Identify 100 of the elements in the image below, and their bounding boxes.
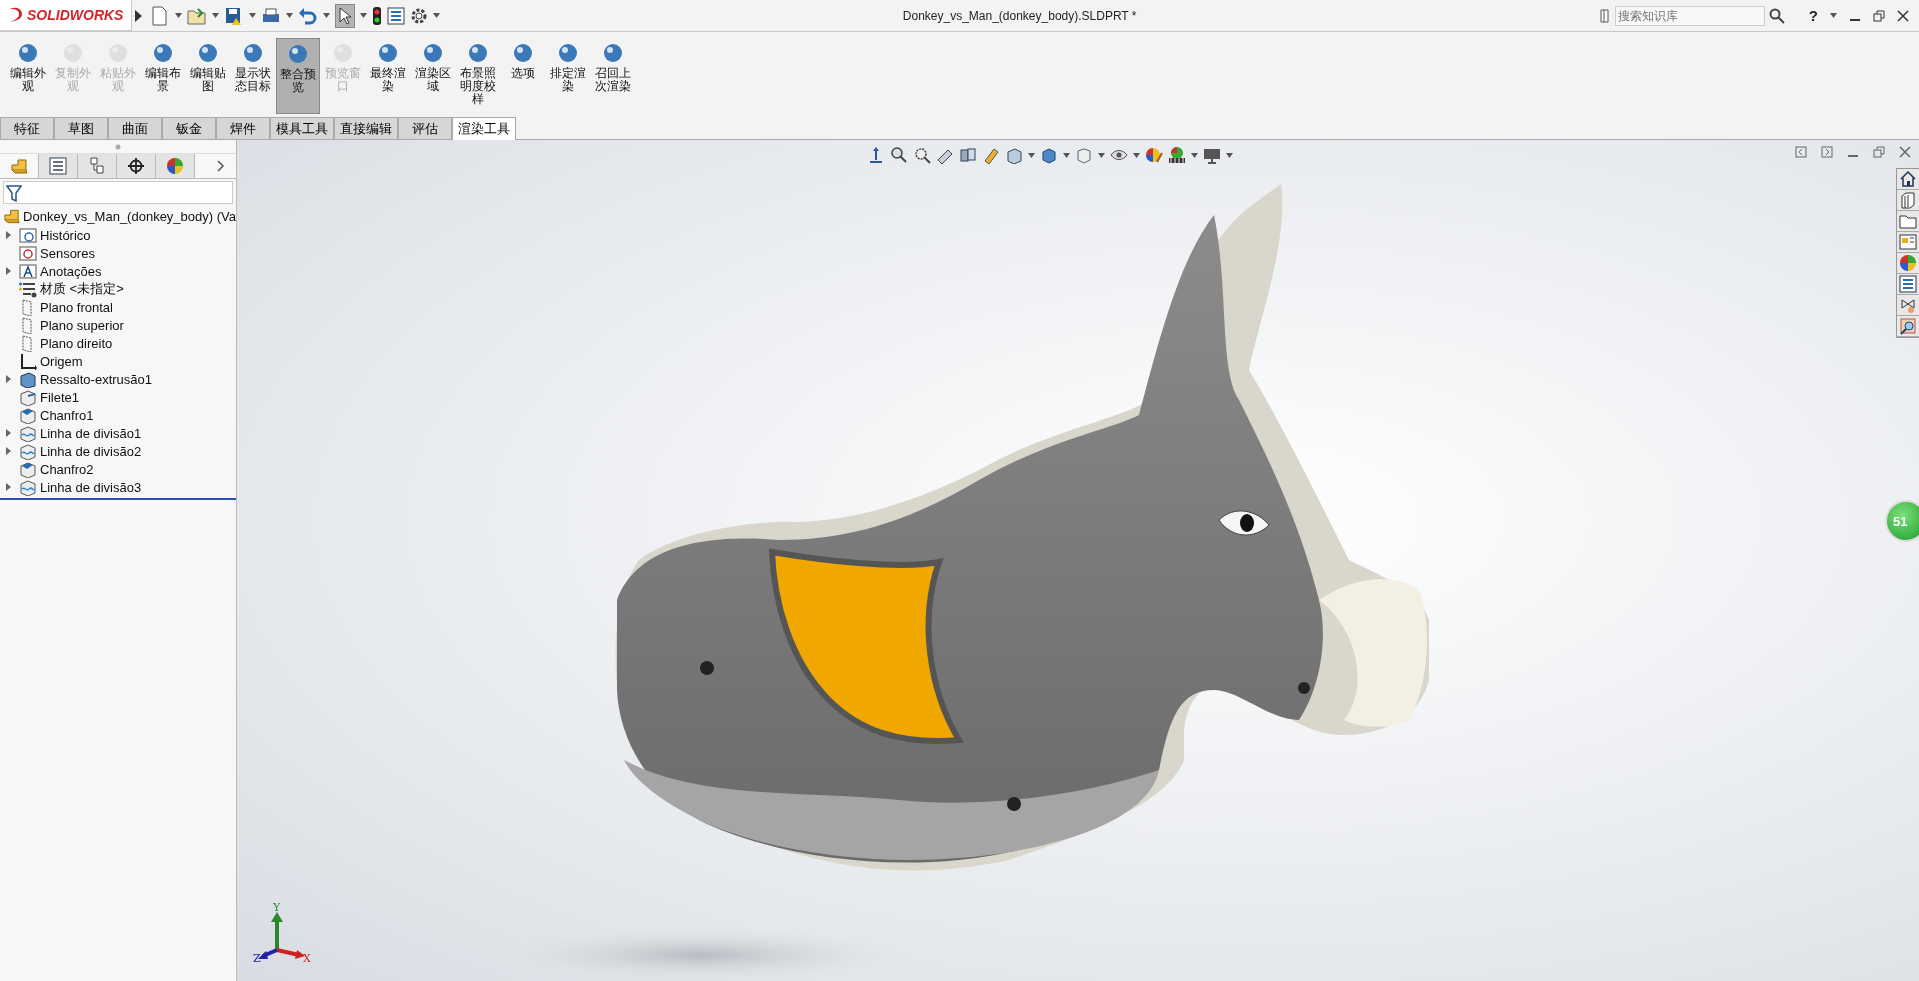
ribbon-button[interactable]: 召回上次渲染 (591, 38, 635, 114)
tree-item[interactable]: Linha de divisão2 (40, 443, 142, 459)
expand-arrow-icon[interactable] (5, 267, 11, 275)
ribbon-button[interactable]: 编辑布景 (141, 38, 185, 114)
panel-left-icon[interactable] (1795, 146, 1807, 158)
expand-arrow-icon[interactable] (5, 375, 11, 383)
restore-icon[interactable] (1873, 9, 1885, 22)
caret-icon[interactable] (212, 13, 220, 18)
caret-icon[interactable] (323, 13, 331, 18)
tree-item[interactable]: Plano frontal (40, 299, 113, 315)
traffic-light-icon[interactable] (372, 5, 383, 26)
tab[interactable]: 渲染工具 (452, 117, 516, 140)
tab[interactable]: 模具工具 (270, 117, 334, 139)
panel-tab[interactable] (117, 154, 156, 178)
tree-item[interactable]: 材质 <未指定> (40, 280, 124, 298)
search-field[interactable]: 搜索知识库 (1614, 5, 1765, 26)
tab[interactable]: 焊件 (216, 117, 270, 139)
view-orientation-icon[interactable] (867, 146, 885, 164)
tree-item[interactable]: Chanfro1 (40, 407, 94, 423)
open-folder-icon[interactable] (187, 5, 208, 26)
tree-root-label[interactable]: Donkey_vs_Man_(donkey_body) (Va (23, 208, 236, 224)
dynamic-annotation-icon[interactable] (982, 146, 1000, 164)
ribbon-button[interactable]: 渲染区域 (411, 38, 455, 114)
settings-icon[interactable] (410, 6, 429, 25)
tree-item[interactable]: Chanfro2 (40, 461, 94, 477)
caret-icon[interactable] (1098, 152, 1105, 158)
search-icon[interactable] (1768, 7, 1785, 24)
tree-item[interactable]: Origem (40, 353, 83, 369)
list-icon[interactable] (387, 6, 406, 25)
edit-appearance-icon[interactable] (1145, 146, 1163, 164)
tree-item[interactable]: Histórico (40, 227, 91, 243)
custom-properties-icon[interactable] (1897, 274, 1919, 295)
restore-icon[interactable] (1873, 146, 1885, 158)
ribbon-button[interactable]: 排定渲染 (546, 38, 590, 114)
ribbon-button[interactable]: 选项 (501, 38, 545, 114)
caret-icon[interactable] (175, 13, 183, 18)
scene-icon[interactable] (1168, 146, 1186, 164)
tree-item[interactable]: Linha de divisão1 (40, 425, 142, 441)
part-icon (10, 157, 28, 175)
tree-item[interactable]: Anotações (40, 263, 102, 279)
tree-item[interactable]: Filete1 (40, 389, 80, 405)
caret-icon[interactable] (1226, 152, 1233, 158)
tree-item[interactable]: Sensores (40, 245, 95, 261)
help-button[interactable]: ? (1808, 7, 1818, 24)
sphere-icon (557, 42, 579, 64)
tab[interactable]: 草图 (54, 117, 108, 139)
cursor-icon (338, 6, 353, 25)
select-button[interactable] (335, 3, 356, 28)
tree-item[interactable]: Plano direito (40, 335, 113, 351)
ribbon-button[interactable]: 整合预览 (276, 38, 320, 114)
ribbon-button[interactable]: 编辑外观 (6, 38, 50, 114)
sphere-icon (17, 42, 39, 64)
home-icon[interactable] (1897, 169, 1919, 190)
grip-icon[interactable] (115, 143, 121, 150)
tree-item[interactable]: Linha de divisão3 (40, 479, 142, 495)
caret-icon[interactable] (1830, 13, 1837, 18)
panel-right-icon[interactable] (1821, 146, 1833, 158)
sphere-icon (377, 42, 399, 64)
expand-arrow-icon[interactable] (5, 429, 11, 437)
fillet-icon (19, 388, 37, 406)
filter-icon (6, 183, 22, 202)
tree-item[interactable]: Plano superior (40, 317, 124, 333)
close-icon[interactable] (1897, 9, 1909, 22)
ribbon-button[interactable]: 编辑贴图 (186, 38, 230, 114)
tree-item[interactable]: Ressalto-extrusão1 (40, 371, 152, 387)
tab[interactable]: 评估 (398, 117, 452, 139)
filter-field[interactable] (3, 181, 233, 204)
expand-arrow-icon[interactable] (5, 231, 11, 239)
tab[interactable]: 直接编辑 (334, 117, 398, 139)
section-view-icon[interactable] (959, 146, 977, 164)
zoom-area-icon[interactable] (913, 146, 931, 164)
tab[interactable]: 钣金 (162, 117, 216, 139)
shaded-cube-icon[interactable] (1040, 146, 1058, 164)
expand-arrow-icon[interactable] (5, 483, 11, 491)
caret-icon[interactable] (360, 13, 368, 18)
zoom-fit-icon[interactable] (890, 146, 908, 164)
ribbon-button[interactable]: 布景照明度校样 (456, 38, 500, 114)
axis-label: Y (273, 901, 281, 914)
caret-icon[interactable] (286, 13, 294, 18)
expand-arrow-icon[interactable] (5, 447, 11, 455)
sphere-icon (422, 42, 444, 64)
caret-icon[interactable] (1028, 152, 1035, 158)
appearance-ball-icon[interactable] (1897, 253, 1919, 274)
ribbon-button[interactable]: 最终渲染 (366, 38, 410, 114)
monitor-icon[interactable] (1203, 146, 1221, 164)
tab[interactable]: 曲面 (108, 117, 162, 139)
ribbon-button[interactable]: 显示状态目标 (231, 38, 275, 114)
chamfer-icon (19, 406, 37, 424)
caret-icon[interactable] (1133, 152, 1140, 158)
caret-icon[interactable] (249, 13, 257, 18)
crosshair-icon (127, 157, 145, 175)
logo-badge[interactable]: SOLIDWORKS (0, 0, 133, 31)
chevron-right-icon[interactable] (217, 160, 225, 172)
caret-icon[interactable] (433, 13, 441, 18)
caret-icon[interactable] (1191, 152, 1198, 158)
caret-icon[interactable] (1063, 152, 1070, 158)
tab[interactable]: 特征 (0, 117, 54, 139)
view-palette-icon[interactable] (1897, 232, 1919, 253)
extrude-icon (19, 370, 37, 388)
sphere-icon (512, 42, 534, 64)
